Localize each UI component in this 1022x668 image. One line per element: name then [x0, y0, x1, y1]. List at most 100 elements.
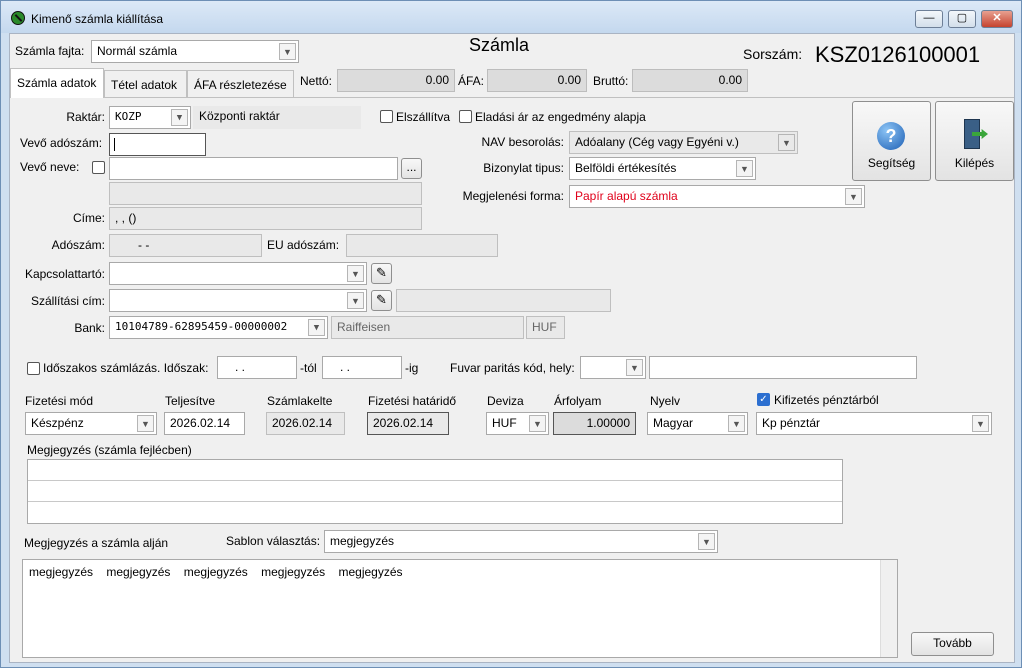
template-select[interactable]: megjegyzés ▼ [324, 530, 718, 553]
help-icon: ? [877, 122, 905, 150]
nav-label: NAV besorolás: [481, 135, 564, 149]
invoice-window: Kimenő számla kiállítása — ▢ ✕ Számla fa… [0, 0, 1022, 668]
bank-account-value: 10104789-62895459-00000002 [115, 320, 288, 333]
maximize-button[interactable]: ▢ [948, 10, 976, 28]
issued-label: Számlakelte [267, 394, 333, 408]
next-button[interactable]: Tovább [911, 632, 994, 656]
chevron-down-icon: ▼ [308, 319, 325, 336]
window-client: Számla fajta: Normál számla ▼ Számla Sors… [9, 33, 1015, 663]
shipping-edit-button[interactable]: ✎ [371, 290, 392, 311]
shipping-select[interactable]: ▼ [109, 289, 367, 312]
close-button[interactable]: ✕ [981, 10, 1013, 28]
shipped-checkbox[interactable] [380, 110, 393, 123]
cash-register-checkbox[interactable]: ✓ [757, 393, 770, 406]
chevron-down-icon: ▼ [347, 292, 364, 309]
tab-invoice-data[interactable]: Számla adatok [10, 68, 104, 98]
bank-account-select[interactable]: 10104789-62895459-00000002 ▼ [109, 316, 328, 339]
language-select[interactable]: Magyar ▼ [647, 412, 748, 435]
textarea-scrollbar[interactable] [880, 560, 897, 657]
freight-code-select[interactable]: ▼ [580, 356, 646, 379]
footer-note-text: megjegyzés megjegyzés megjegyzés megjegy… [29, 565, 403, 579]
serial-number: KSZ0126100001 [815, 42, 981, 67]
chevron-down-icon: ▼ [137, 415, 154, 432]
window-title: Kimenő számla kiállítása [31, 12, 164, 26]
vat-total: 0.00 [487, 69, 587, 92]
buyer-tax-input[interactable] [109, 133, 206, 156]
bank-name: Raiffeisen [331, 316, 524, 339]
template-label: Sablon választás: [226, 534, 321, 548]
chevron-down-icon: ▼ [626, 359, 643, 376]
due-date[interactable]: 2026.02.14 [367, 412, 449, 435]
currency-select[interactable]: HUF ▼ [486, 412, 549, 435]
completed-date[interactable]: 2026.02.14 [164, 412, 245, 435]
nav-value: Adóalany (Cég vagy Egyéni v.) [575, 135, 739, 149]
chevron-down-icon: ▼ [171, 109, 188, 126]
cash-register-value: Kp pénztár [762, 416, 821, 430]
eu-tax-value [346, 234, 498, 257]
tab-separator [10, 97, 1014, 98]
discount-label: Eladási ár az engedmény alapja [475, 110, 646, 124]
warehouse-label: Raktár: [66, 110, 105, 124]
buyer-name-checkbox[interactable] [92, 161, 105, 174]
app-icon [11, 11, 25, 25]
buyer-name-input[interactable] [109, 157, 398, 180]
edit-notepad-icon: ✎ [376, 265, 387, 280]
currency-value: HUF [492, 416, 517, 430]
chevron-down-icon: ▼ [279, 43, 296, 60]
contact-select[interactable]: ▼ [109, 262, 367, 285]
appearance-select[interactable]: Papír alapú számla ▼ [569, 185, 865, 208]
appearance-value: Papír alapú számla [575, 189, 678, 203]
rate-value[interactable]: 1.00000 [553, 412, 636, 435]
minimize-button[interactable]: — [915, 10, 943, 28]
note-row[interactable] [28, 481, 842, 502]
warehouse-code-select[interactable]: KOZP ▼ [109, 106, 191, 129]
completed-label: Teljesítve [165, 394, 216, 408]
payment-method-select[interactable]: Készpénz ▼ [25, 412, 157, 435]
buyer-name-label: Vevő neve: [20, 160, 80, 174]
nav-select[interactable]: Adóalany (Cég vagy Egyéni v.) ▼ [569, 131, 798, 154]
text-cursor [114, 138, 115, 151]
header-note-grid[interactable] [27, 459, 843, 524]
issued-date: 2026.02.14 [266, 412, 345, 435]
periodic-checkbox[interactable] [27, 362, 40, 375]
buyer-name-extra [109, 182, 422, 205]
edit-notepad-icon: ✎ [376, 292, 387, 307]
freight-label: Fuvar paritás kód, hely: [450, 361, 575, 375]
cash-register-label: Kifizetés pénztárból [774, 393, 879, 407]
serial-label: Sorszám: [743, 46, 803, 62]
chevron-down-icon: ▼ [347, 265, 364, 282]
payment-method-value: Készpénz [31, 416, 84, 430]
chevron-down-icon: ▼ [698, 533, 715, 550]
language-value: Magyar [653, 416, 694, 430]
buyer-browse-button[interactable]: ... [401, 158, 422, 179]
freight-place-input[interactable] [649, 356, 917, 379]
note-row[interactable] [28, 502, 842, 523]
doc-type-label: Bizonylat tipus: [483, 161, 564, 175]
exit-button[interactable]: Kilépés [935, 101, 1014, 181]
footer-note-textarea[interactable]: megjegyzés megjegyzés megjegyzés megjegy… [22, 559, 898, 658]
tab-vat-details[interactable]: ÁFA részletezése [187, 70, 294, 97]
chevron-down-icon: ▼ [845, 188, 862, 205]
vat-label: ÁFA: [458, 74, 485, 88]
shipping-label: Szállítási cím: [30, 294, 105, 308]
template-value: megjegyzés [330, 534, 395, 548]
period-from-suffix: -tól [300, 361, 317, 375]
period-from-input[interactable]: . . [217, 356, 297, 379]
doc-type-select[interactable]: Belföldi értékesítés ▼ [569, 157, 756, 180]
eu-tax-label: EU adószám: [267, 238, 340, 252]
doc-type-value: Belföldi értékesítés [575, 161, 677, 175]
rate-label: Árfolyam [554, 394, 602, 408]
tab-item-data[interactable]: Tétel adatok [104, 70, 187, 97]
cash-register-select[interactable]: Kp pénztár ▼ [756, 412, 992, 435]
invoice-type-select[interactable]: Normál számla ▼ [91, 40, 299, 63]
title-bar: Kimenő számla kiállítása — ▢ ✕ [1, 1, 1021, 33]
note-row[interactable] [28, 460, 842, 481]
discount-checkbox[interactable] [459, 110, 472, 123]
period-to-input[interactable]: . . [322, 356, 402, 379]
tax-number-value: - - [109, 234, 262, 257]
address-value: , , () [109, 207, 422, 230]
contact-edit-button[interactable]: ✎ [371, 263, 392, 284]
warehouse-name: Központi raktár [193, 106, 361, 129]
help-button[interactable]: ? Segítség [852, 101, 931, 181]
appearance-label: Megjelenési forma: [462, 189, 564, 203]
